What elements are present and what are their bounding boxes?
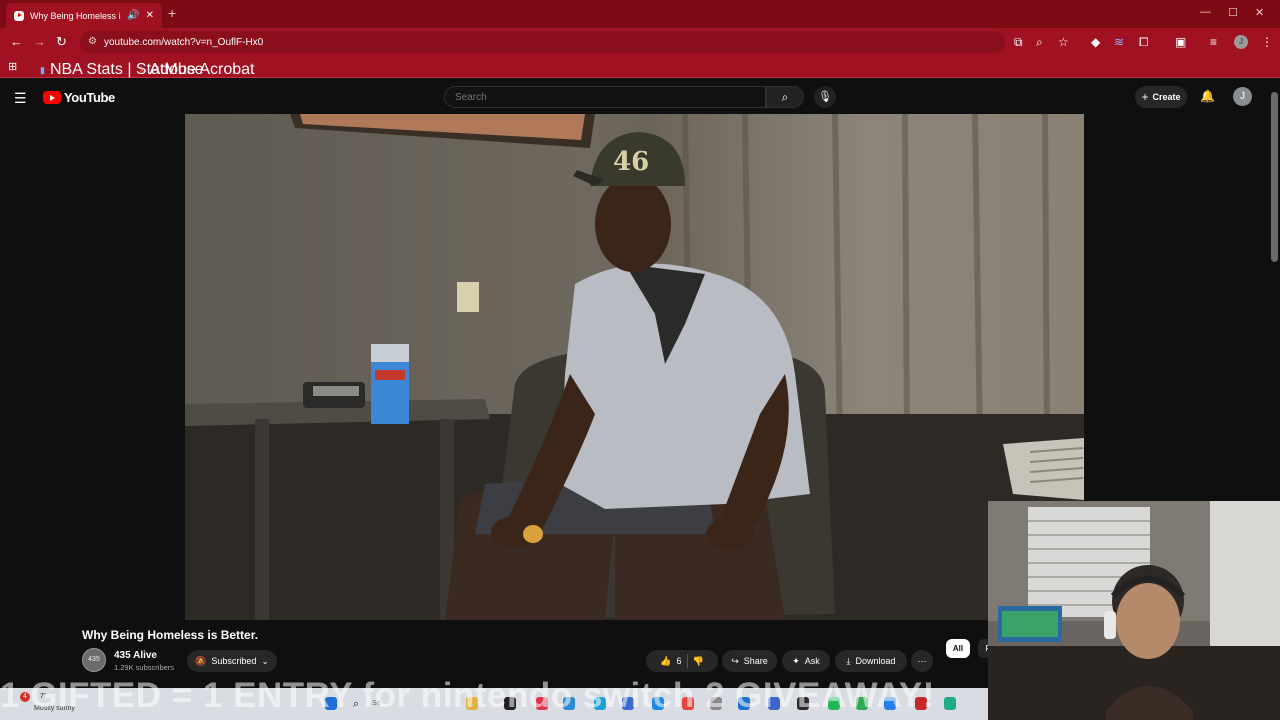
webcam-overlay [988, 501, 1280, 720]
share-icon: ↪ [731, 655, 739, 666]
reload-button[interactable]: ↻ [56, 34, 67, 50]
back-button[interactable]: ← [10, 34, 23, 49]
tab-close-icon[interactable]: ✕ [146, 10, 154, 21]
bookmark-star-icon[interactable]: ☆ [1058, 35, 1069, 49]
audio-playing-icon[interactable]: 🔊 [127, 10, 139, 21]
address-bar[interactable]: ⚙ youtube.com/watch?v=n_OuflF-Hx0 [80, 31, 1005, 53]
maximize-button[interactable]: ☐ [1228, 6, 1238, 19]
chevron-down-icon: ⌄ [261, 655, 269, 666]
search-icon: ⌕ [781, 90, 789, 104]
share-label: Share [743, 656, 768, 666]
apps-grid-icon[interactable]: ⊞ [8, 60, 17, 73]
channel-name[interactable]: 435 Alive [114, 650, 157, 661]
adobe-acrobat-icon: ⅄ [139, 64, 145, 75]
minimize-button[interactable]: — [1200, 6, 1211, 18]
browser-tab-active[interactable]: Why Being Homeless is Better. 🔊 ✕ [6, 3, 162, 28]
extension-wave-icon[interactable]: ≋ [1114, 35, 1124, 49]
youtube-favicon-icon [14, 10, 24, 21]
search-input[interactable] [444, 86, 766, 108]
close-window-button[interactable]: ✕ [1255, 6, 1264, 19]
like-count[interactable]: 6 [676, 656, 681, 666]
ask-button[interactable]: ✦ Ask [782, 650, 830, 672]
like-dislike-pill: 👍 6 👎 [646, 650, 718, 672]
download-icon: ⤓ [846, 655, 851, 666]
statmuse-icon: ▮ [40, 64, 45, 75]
bookmark-adobe[interactable]: ⅄ Adobe Acrobat [139, 61, 254, 79]
sidebar-icon[interactable]: ▣ [1175, 35, 1186, 49]
bookmark-label: Adobe Acrobat [149, 61, 255, 78]
subscribed-button[interactable]: 🔕 Subscribed ⌄ [187, 650, 277, 672]
video-frame: 46 [185, 114, 1084, 620]
like-icon[interactable]: 👍 [660, 656, 671, 667]
site-info-icon[interactable]: ⚙ [88, 36, 97, 47]
webcam-frame [988, 501, 1280, 720]
share-button[interactable]: ↪ Share [722, 650, 777, 672]
download-label: Download [855, 656, 896, 666]
bell-icon: 🔕 [195, 655, 207, 666]
ask-label: Ask [804, 656, 820, 666]
video-player[interactable]: 46 [185, 114, 1084, 620]
microphone-icon: 🎙 [818, 91, 832, 103]
search-button[interactable]: ⌕ [766, 86, 804, 108]
forward-button[interactable]: → [33, 34, 46, 49]
voice-search-button[interactable]: 🎙 [814, 86, 836, 108]
media-control-icon[interactable]: ≡ [1210, 35, 1217, 49]
notifications-bell-icon[interactable]: 🔔 [1200, 89, 1215, 103]
cap-number: 46 [613, 147, 649, 177]
video-title: Why Being Homeless is Better. [82, 628, 259, 642]
divider [686, 654, 688, 668]
create-button[interactable]: + Create [1135, 86, 1187, 108]
sparkle-icon: ✦ [792, 655, 800, 666]
zoom-icon[interactable]: ⌕ [1036, 35, 1043, 50]
youtube-logo-text: YouTube [64, 90, 115, 105]
extension-diamond-icon[interactable]: ◆ [1091, 35, 1100, 49]
browser-tab-strip [0, 0, 1280, 28]
address-text: youtube.com/watch?v=n_OuflF-Hx0 [104, 36, 264, 48]
chip-all[interactable]: All [946, 639, 970, 658]
hamburger-menu-icon[interactable]: ☰ [14, 90, 27, 107]
account-avatar[interactable]: J [1233, 87, 1252, 106]
subscriber-count: 1.29K subscribers [114, 663, 175, 672]
browser-menu-icon[interactable]: ⋮ [1261, 35, 1273, 49]
more-horizontal-icon: ⋯ [917, 655, 927, 666]
subscribed-label: Subscribed [211, 656, 257, 666]
scrollbar-thumb[interactable] [1271, 92, 1278, 262]
youtube-play-icon [43, 91, 61, 104]
more-actions-button[interactable]: ⋯ [911, 650, 933, 672]
dislike-icon[interactable]: 👎 [693, 656, 704, 667]
download-button[interactable]: ⤓ Download [835, 650, 907, 672]
new-tab-button[interactable]: + [168, 5, 176, 21]
create-label: Create [1152, 92, 1181, 102]
plus-icon: + [1141, 90, 1149, 104]
channel-avatar[interactable]: 435 [82, 648, 106, 672]
youtube-logo[interactable]: YouTube [43, 90, 115, 105]
install-app-icon[interactable]: ⧉ [1014, 35, 1023, 50]
browser-profile-avatar[interactable]: J [1234, 35, 1248, 49]
extensions-puzzle-icon[interactable]: ⧠ [1139, 35, 1149, 50]
stream-giveaway-overlay: 1 GIFTED = 1 ENTRY for nintendo switch 2… [0, 676, 935, 715]
tab-title: Why Being Homeless is Better. [30, 10, 121, 21]
